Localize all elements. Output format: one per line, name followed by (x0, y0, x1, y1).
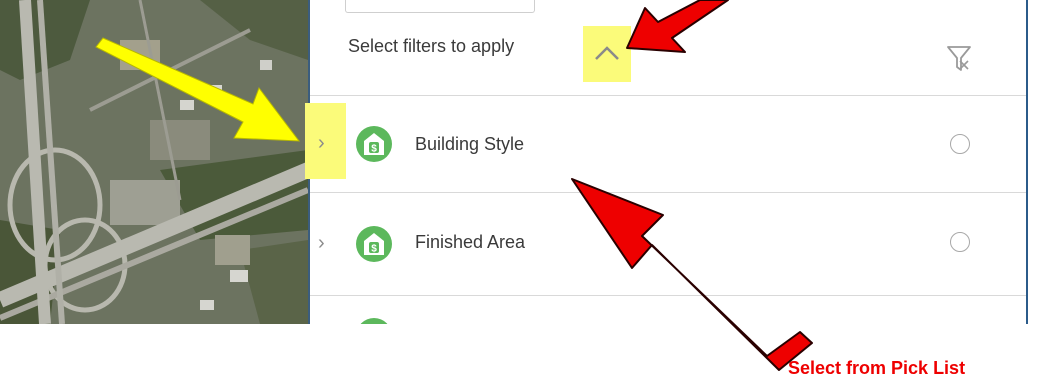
filter-label: Building Style (415, 134, 525, 154)
filter-header-label: Select filters to apply (348, 36, 515, 56)
divider (310, 295, 1026, 296)
svg-text:$: $ (371, 244, 377, 255)
chevron-right-icon[interactable]: › (318, 132, 325, 155)
house-dollar-icon: $ (356, 226, 392, 262)
panel-right-border (1026, 0, 1028, 324)
chevron-right-icon[interactable]: › (318, 232, 325, 255)
callout-label: Select from Pick List (788, 358, 966, 378)
filter-icon[interactable] (946, 44, 972, 74)
filter-radio[interactable] (950, 134, 970, 154)
search-input[interactable] (345, 0, 535, 13)
aerial-map[interactable] (0, 0, 308, 324)
svg-text:$: $ (371, 144, 377, 155)
house-dollar-icon: $ (356, 126, 392, 162)
filter-label: Finished Area (415, 232, 526, 252)
collapse-filters-button[interactable] (583, 26, 631, 82)
filter-radio[interactable] (950, 232, 970, 252)
chevron-up-icon (595, 46, 619, 60)
